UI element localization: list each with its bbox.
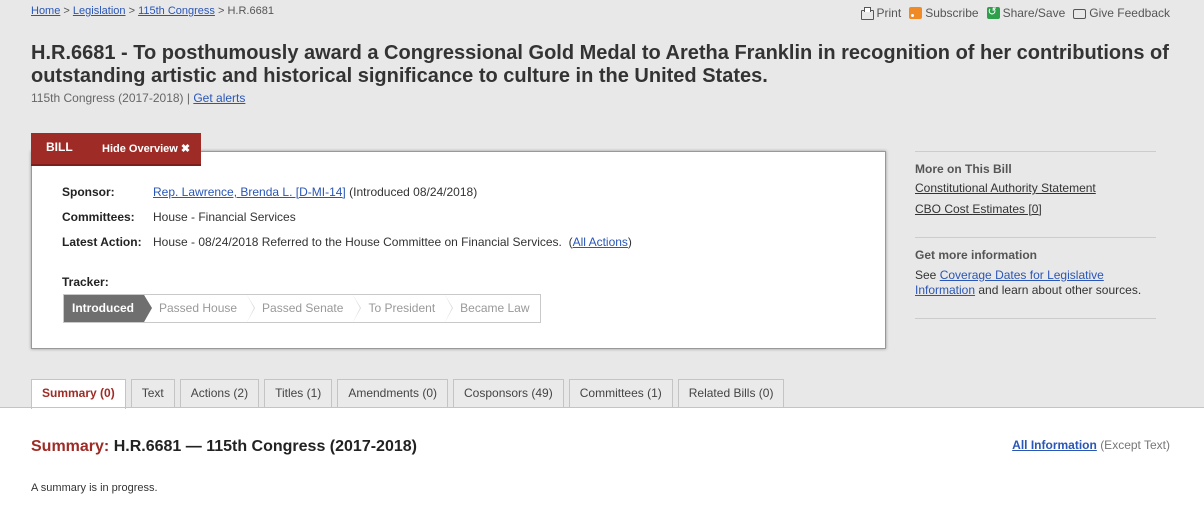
introduced-date: (Introduced 08/24/2018) <box>349 185 478 199</box>
sponsor-value: Rep. Lawrence, Brenda L. [D-MI-14] (Intr… <box>153 185 477 199</box>
learn-text: and learn about other sources. <box>978 283 1142 297</box>
tab-amendments[interactable]: Amendments (0) <box>337 379 449 407</box>
page-title: H.R.6681 - To posthumously award a Congr… <box>31 42 1169 87</box>
tracker-label: Tracker: <box>62 275 109 289</box>
feedback-button[interactable]: Give Feedback <box>1073 6 1170 20</box>
summary-title: H.R.6681 — 115th Congress (2017-2018) <box>113 438 417 455</box>
tab-committees[interactable]: Committees (1) <box>568 379 673 407</box>
hide-overview-button[interactable]: Hide Overview ✖ <box>102 142 190 155</box>
breadcrumb: Home > Legislation > 115th Congress > H.… <box>31 5 274 17</box>
feedback-label: Give Feedback <box>1089 6 1170 20</box>
tracker-step-to-president: To President <box>353 295 453 322</box>
latest-action-label: Latest Action: <box>62 235 142 249</box>
all-information-link[interactable]: All Information <box>1012 438 1097 452</box>
get-alerts-link[interactable]: Get alerts <box>193 91 245 105</box>
bill-tab: BILL Hide Overview ✖ <box>31 133 201 166</box>
all-actions-link[interactable]: All Actions <box>573 235 628 249</box>
bill-tab-label: BILL <box>46 140 73 154</box>
tab-cosponsors[interactable]: Cosponsors (49) <box>453 379 564 407</box>
page-subtitle: 115th Congress (2017-2018) | Get alerts <box>31 91 245 105</box>
more-on-bill-heading: More on This Bill <box>915 162 1012 176</box>
tabs-divider <box>0 407 1204 408</box>
cbo-cost-estimates-link[interactable]: CBO Cost Estimates [0] <box>915 202 1042 216</box>
constitutional-authority-link[interactable]: Constitutional Authority Statement <box>915 181 1096 195</box>
tab-titles[interactable]: Titles (1) <box>264 379 333 407</box>
all-information: All Information (Except Text) <box>1012 438 1170 452</box>
breadcrumb-current: H.R.6681 <box>227 5 274 17</box>
share-label: Share/Save <box>1002 6 1066 20</box>
summary-note: A summary is in progress. <box>31 482 158 494</box>
print-button[interactable]: Print <box>860 6 902 20</box>
bill-tabs: Summary (0) Text Actions (2) Titles (1) … <box>31 379 785 409</box>
print-label: Print <box>876 6 902 20</box>
tab-summary[interactable]: Summary (0) <box>31 379 126 409</box>
tracker-step-passed-senate: Passed Senate <box>247 295 362 322</box>
breadcrumb-congress[interactable]: 115th Congress <box>138 5 215 17</box>
breadcrumb-sep: > <box>128 5 135 17</box>
latest-action-value: House - 08/24/2018 Referred to the House… <box>153 235 632 249</box>
sidebar-divider <box>915 318 1156 319</box>
paren-close: ) <box>627 235 632 249</box>
see-text: See <box>915 268 937 282</box>
tab-related-bills[interactable]: Related Bills (0) <box>677 379 785 407</box>
sidebar-divider <box>915 237 1156 238</box>
latest-action-text: House - 08/24/2018 Referred to the House… <box>153 235 562 249</box>
tracker-step-passed-house: Passed House <box>144 295 256 322</box>
share-button[interactable]: Share/Save <box>986 5 1066 20</box>
breadcrumb-sep: > <box>217 5 225 17</box>
committees-label: Committees: <box>62 210 135 224</box>
subscribe-label: Subscribe <box>925 6 979 20</box>
speech-bubble-icon <box>1073 8 1087 19</box>
tab-actions[interactable]: Actions (2) <box>179 379 260 407</box>
bill-tracker: Introduced Passed House Passed Senate To… <box>63 294 541 323</box>
page-tools: Print Subscribe Share/Save Give Feedback <box>860 5 1170 20</box>
subscribe-button[interactable]: Subscribe <box>909 6 979 20</box>
summary-heading: Summary: H.R.6681 — 115th Congress (2017… <box>31 438 417 456</box>
breadcrumb-sep: > <box>63 5 70 17</box>
breadcrumb-legislation[interactable]: Legislation <box>73 5 126 17</box>
tracker-step-introduced: Introduced <box>64 295 152 322</box>
except-text: (Except Text) <box>1100 438 1170 452</box>
tab-text[interactable]: Text <box>130 379 175 407</box>
share-icon <box>986 5 1000 19</box>
breadcrumb-home[interactable]: Home <box>31 5 60 17</box>
sidebar-divider <box>915 151 1156 152</box>
rss-icon <box>909 7 923 19</box>
congress-session: 115th Congress (2017-2018) | <box>31 91 190 105</box>
tracker-step-became-law: Became Law <box>445 295 540 322</box>
sponsor-label: Sponsor: <box>62 185 115 199</box>
sponsor-link[interactable]: Rep. Lawrence, Brenda L. [D-MI-14] <box>153 185 346 199</box>
committees-value: House - Financial Services <box>153 210 296 224</box>
print-icon <box>860 6 874 20</box>
get-more-info-heading: Get more information <box>915 248 1038 262</box>
more-info-text: See Coverage Dates for Legislative Infor… <box>915 268 1155 298</box>
summary-label: Summary: <box>31 438 110 455</box>
